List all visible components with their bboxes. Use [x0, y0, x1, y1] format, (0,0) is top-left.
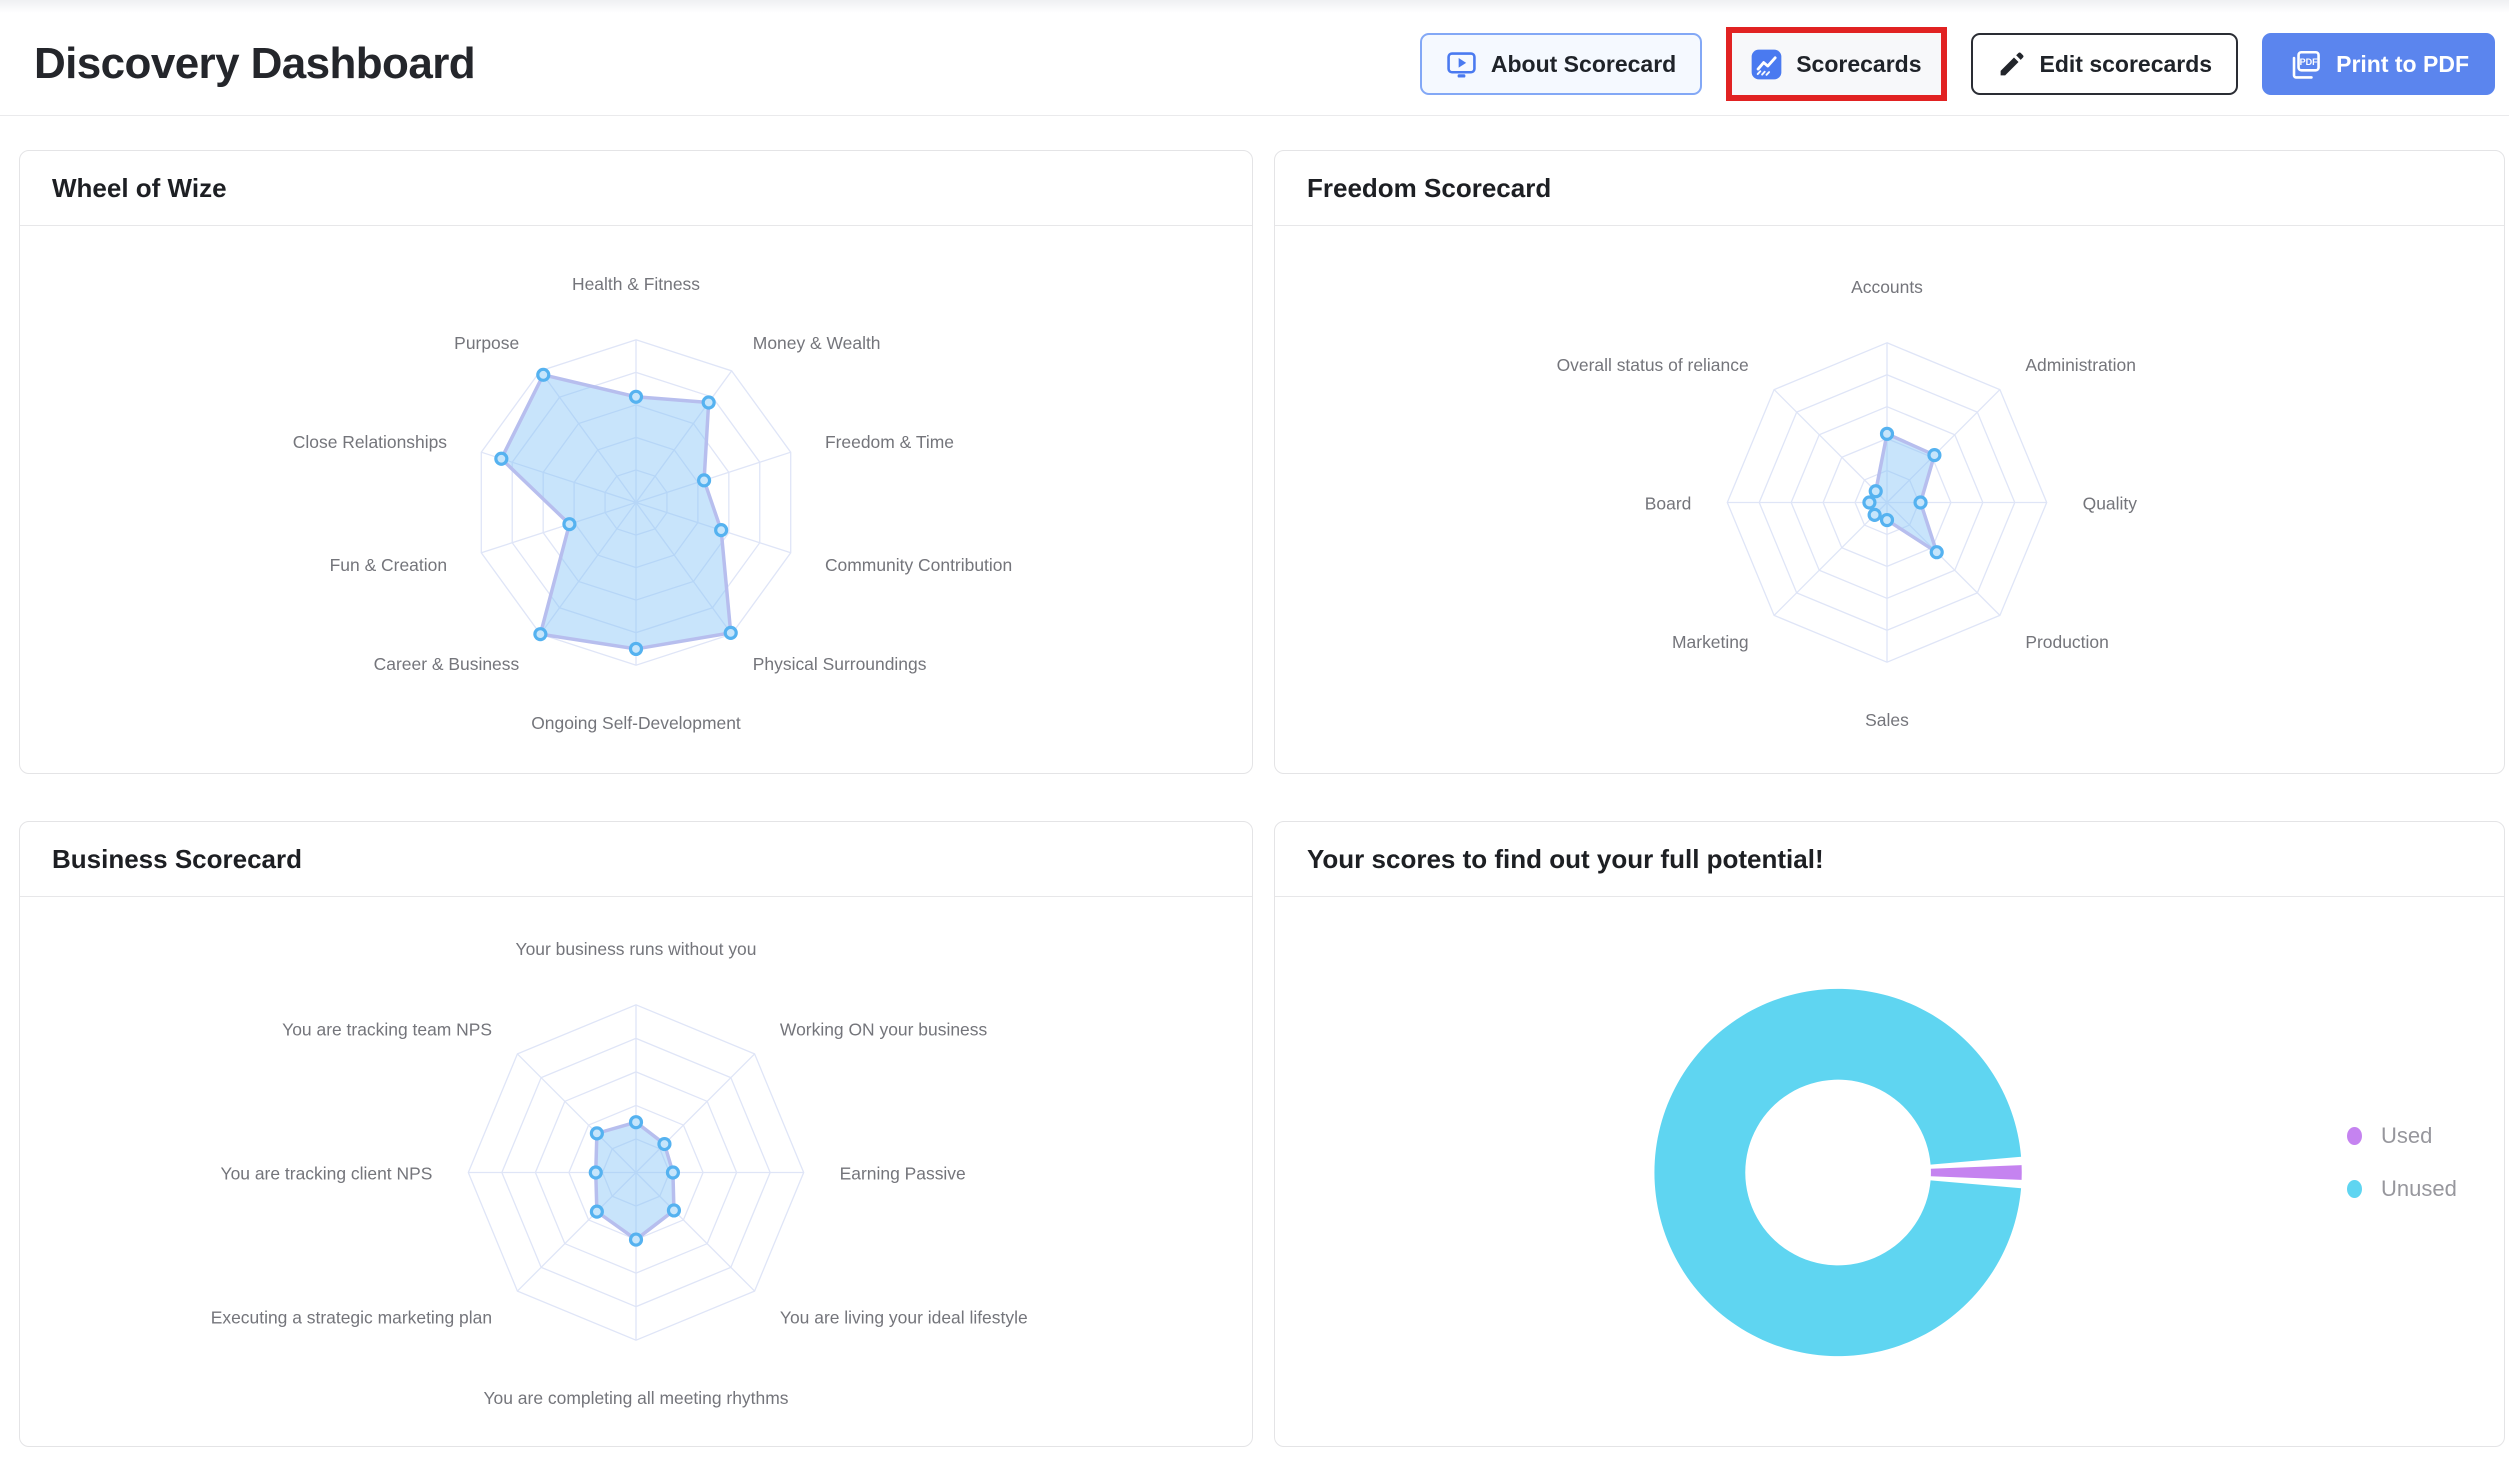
unused-legend-label: Unused	[2381, 1176, 2457, 1202]
about-scorecard-label: About Scorecard	[1491, 51, 1676, 78]
radar-axis-label: Your business runs without you	[516, 939, 757, 959]
radar-data-point	[659, 1139, 670, 1150]
radar-axis-label: Board	[1645, 493, 1692, 513]
radar-data-point	[631, 1117, 642, 1128]
radar-axis-label: Production	[2025, 632, 2108, 652]
freedom-scorecard-title: Freedom Scorecard	[1275, 151, 2504, 226]
radar-data-point	[631, 1234, 642, 1245]
chart-trend-icon	[1751, 49, 1782, 80]
donut-slice-used[interactable]	[1931, 1165, 2022, 1180]
used-legend-label: Used	[2381, 1123, 2432, 1149]
radar-data-point	[631, 643, 642, 654]
radar-data-point	[1882, 515, 1893, 526]
print-to-pdf-button[interactable]: PDF Print to PDF	[2262, 33, 2495, 95]
wheel-of-wize-title: Wheel of Wize	[20, 151, 1252, 226]
radar-data-point	[703, 397, 714, 408]
used-legend-dot	[2347, 1127, 2362, 1145]
potential-scores-body: Used Unused	[1275, 897, 2504, 1446]
radar-data-point	[1864, 497, 1875, 508]
legend-item-unused[interactable]: Unused	[2347, 1176, 2457, 1202]
radar-data-point	[564, 519, 575, 530]
top-fade-strip	[0, 0, 2509, 13]
scorecards-highlight-box: Scorecards	[1726, 27, 1946, 101]
dashboard-grid: Wheel of Wize Health & Fitness Money & We…	[19, 150, 2505, 1447]
radar-data-point	[591, 1128, 602, 1139]
radar-axis-label: Quality	[2083, 493, 2138, 513]
radar-axis-label: Accounts	[1851, 277, 1923, 297]
radar-axis-label: You are completing all meeting rhythms	[484, 1388, 789, 1408]
radar-axis-label: Career & Business	[374, 654, 520, 674]
topbar: Discovery Dashboard About Scorecard	[0, 13, 2509, 116]
radar-data-point	[1869, 509, 1880, 520]
radar-axis-label: Money & Wealth	[753, 333, 881, 353]
pdf-document-icon: PDF	[2288, 49, 2322, 80]
scorecards-button[interactable]: Scorecards	[1732, 33, 1940, 95]
radar-data-point	[668, 1205, 679, 1216]
radar-axis-label: Health & Fitness	[572, 274, 700, 294]
potential-scores-card: Your scores to find out your full potent…	[1274, 821, 2505, 1447]
wheel-of-wize-card: Wheel of Wize Health & Fitness Money & We…	[19, 150, 1253, 774]
about-scorecard-button[interactable]: About Scorecard	[1420, 33, 1702, 95]
usage-donut-chart	[1275, 897, 2504, 1446]
discovery-dashboard-page: Discovery Dashboard About Scorecard	[0, 0, 2509, 1459]
radar-data-point	[535, 629, 546, 640]
radar-axis-label: Marketing	[1672, 632, 1749, 652]
radar-axis-label: Earning Passive	[840, 1163, 966, 1183]
radar-data-polygon	[501, 375, 730, 649]
radar-data-point	[725, 627, 736, 638]
radar-axis-label: Overall status of reliance	[1557, 355, 1749, 375]
pencil-icon	[1997, 50, 2026, 79]
radar-data-point	[590, 1167, 601, 1178]
radar-axis-label: Purpose	[454, 333, 519, 353]
print-to-pdf-label: Print to PDF	[2336, 51, 2469, 78]
radar-data-point	[1931, 547, 1942, 558]
unused-legend-dot	[2347, 1180, 2362, 1198]
radar-axis-label: Administration	[2025, 355, 2136, 375]
radar-axis-label: Fun & Creation	[330, 555, 447, 575]
monitor-play-icon	[1446, 49, 1477, 80]
scorecards-label: Scorecards	[1796, 51, 1921, 78]
radar-data-point	[1915, 497, 1926, 508]
radar-data-point	[591, 1206, 602, 1217]
edit-scorecards-button[interactable]: Edit scorecards	[1971, 33, 2239, 95]
radar-axis-label: Ongoing Self-Development	[531, 713, 741, 733]
radar-data-point	[667, 1167, 678, 1178]
radar-axis-label: Physical Surroundings	[753, 654, 927, 674]
radar-data-point	[496, 453, 507, 464]
donut-legend: Used Unused	[2347, 1123, 2457, 1202]
radar-data-point	[538, 369, 549, 380]
radar-data-point	[716, 525, 727, 536]
radar-axis-label: You are tracking team NPS	[282, 1020, 492, 1040]
page-title: Discovery Dashboard	[34, 39, 1420, 89]
radar-data-point	[1882, 428, 1893, 439]
radar-data-point	[699, 475, 710, 486]
business-scorecard-title: Business Scorecard	[20, 822, 1252, 897]
wheel-of-wize-body: Health & Fitness Money & Wealth Freedom & …	[20, 226, 1252, 773]
svg-text:PDF: PDF	[2300, 57, 2319, 67]
potential-scores-title: Your scores to find out your full potent…	[1275, 822, 2504, 897]
radar-axis-label: Community Contribution	[825, 555, 1012, 575]
radar-axis-label: Executing a strategic marketing plan	[211, 1307, 492, 1327]
radar-data-point	[1870, 486, 1881, 497]
business-scorecard-card: Business Scorecard Your business runs wi…	[19, 821, 1253, 1447]
freedom-scorecard-body: Accounts Administration Quality Production S…	[1275, 226, 2504, 773]
radar-axis-label: You are living your ideal lifestyle	[780, 1307, 1028, 1327]
radar-data-point	[631, 391, 642, 402]
business-scorecard-body: Your business runs without you Working ON…	[20, 897, 1252, 1446]
radar-axis-label: Sales	[1865, 710, 1909, 730]
radar-axis-label: Close Relationships	[293, 432, 448, 452]
radar-data-point	[1929, 450, 1940, 461]
freedom-radar-chart: Accounts Administration Quality Production S…	[1275, 226, 2504, 773]
toolbar-actions: About Scorecard	[1420, 27, 2495, 101]
radar-axis-label: Working ON your business	[780, 1020, 988, 1040]
freedom-scorecard-card: Freedom Scorecard Accounts Administration…	[1274, 150, 2505, 774]
legend-item-used[interactable]: Used	[2347, 1123, 2457, 1149]
edit-scorecards-label: Edit scorecards	[2040, 51, 2213, 78]
wheel-of-wize-radar-chart: Health & Fitness Money & Wealth Freedom & …	[20, 226, 1252, 773]
business-radar-chart: Your business runs without you Working ON…	[20, 897, 1252, 1446]
radar-axis-label: You are tracking client NPS	[221, 1163, 433, 1183]
radar-axis-label: Freedom & Time	[825, 432, 954, 452]
